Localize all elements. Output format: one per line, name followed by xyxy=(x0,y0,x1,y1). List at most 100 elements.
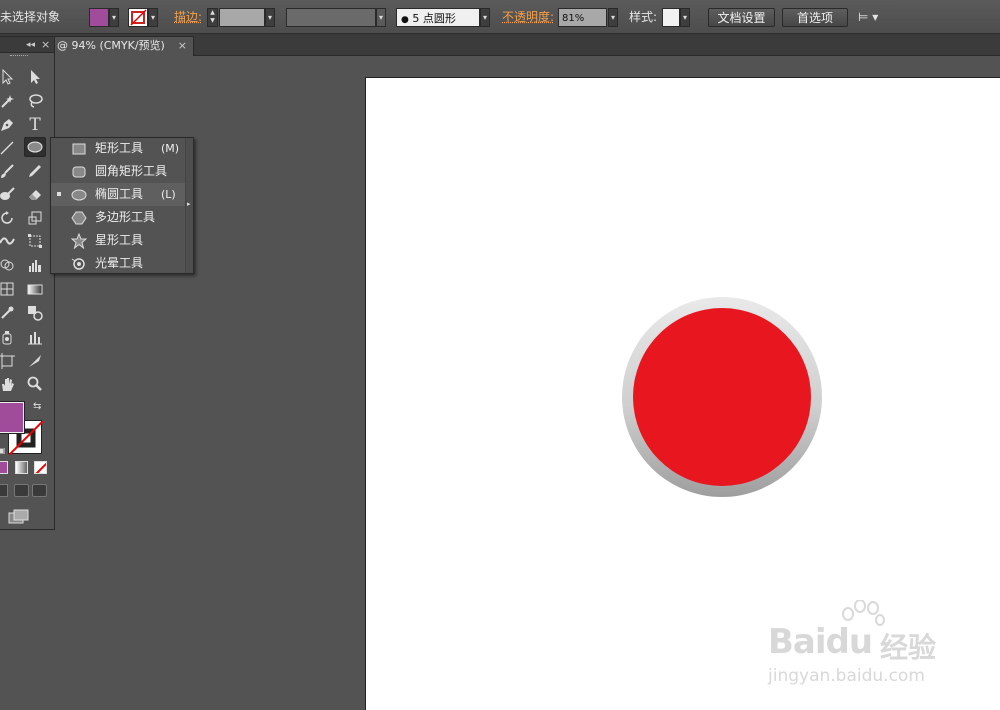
style-label: 样式: xyxy=(629,10,658,24)
flyout-item-rounded-rectangle[interactable]: 圆角矩形工具 xyxy=(51,160,185,183)
document-setup-button[interactable]: 文档设置 xyxy=(708,8,775,27)
stroke-weight-dropdown[interactable]: ▾ xyxy=(265,8,275,27)
stroke-weight-stepper[interactable]: ▲ ▼ xyxy=(207,8,218,27)
red-circle-button[interactable] xyxy=(620,295,824,499)
free-transform-tool-icon[interactable] xyxy=(24,231,46,251)
watermark-brand-cn: 经验 xyxy=(880,631,937,664)
pen-tool-icon[interactable] xyxy=(0,115,18,135)
stroke-weight-field[interactable] xyxy=(219,8,265,27)
polygon-icon xyxy=(71,211,87,225)
tools-panel: ◂◂ × T ⇆ ▣ xyxy=(0,36,55,530)
none-mode-icon[interactable] xyxy=(34,461,47,474)
screen-mode-icon[interactable] xyxy=(8,509,30,528)
hand-tool-icon[interactable] xyxy=(0,374,18,394)
document-tab-title: @ 94% (CMYK/预览) xyxy=(57,39,165,52)
flyout-item-label: 矩形工具 xyxy=(95,141,144,155)
ellipse-icon xyxy=(71,189,87,201)
flyout-item-ellipse[interactable]: 椭圆工具 (L) xyxy=(51,183,185,206)
profile-dropdown[interactable]: ▾ xyxy=(376,8,386,27)
paintbrush-tool-icon[interactable] xyxy=(0,161,18,181)
collapse-panel-icon[interactable]: ◂◂ xyxy=(26,37,35,53)
symbol-sprayer-tool-icon[interactable] xyxy=(0,327,18,347)
selected-tool-bullet xyxy=(57,192,61,196)
flyout-item-rectangle[interactable]: 矩形工具 (M) xyxy=(51,137,185,160)
draw-behind-icon[interactable] xyxy=(14,484,29,497)
flyout-item-label: 圆角矩形工具 xyxy=(95,164,168,178)
draw-inside-icon[interactable] xyxy=(32,484,47,497)
selection-status: 未选择对象 xyxy=(0,10,61,24)
opacity-field[interactable]: 81% xyxy=(558,8,607,27)
stroke-dropdown[interactable]: ▾ xyxy=(148,8,158,27)
lasso-tool-icon[interactable] xyxy=(24,91,46,111)
ellipse-tool-icon[interactable] xyxy=(24,137,46,157)
shape-builder-tool-icon[interactable] xyxy=(0,255,18,275)
pencil-tool-icon[interactable] xyxy=(24,161,46,181)
document-tab-bar: @ 94% (CMYK/预览) × xyxy=(0,34,1000,56)
rectangle-icon xyxy=(72,143,86,155)
selection-tool-icon[interactable] xyxy=(0,67,18,87)
eraser-tool-icon[interactable] xyxy=(24,184,46,204)
magic-wand-tool-icon[interactable] xyxy=(0,91,18,111)
tearoff-arrow-icon: ▸ xyxy=(187,200,191,208)
tools-panel-header: ◂◂ × xyxy=(0,37,54,53)
line-segment-tool-icon[interactable] xyxy=(0,138,18,158)
draw-normal-icon[interactable] xyxy=(0,484,8,497)
perspective-grid-tool-icon[interactable] xyxy=(24,255,46,275)
variable-width-profile[interactable] xyxy=(286,8,376,27)
color-mode-icon[interactable] xyxy=(0,461,8,474)
graphic-style-swatch[interactable] xyxy=(662,8,680,27)
flyout-item-shortcut: (M) xyxy=(161,142,180,155)
mesh-tool-icon[interactable] xyxy=(0,279,18,299)
document-tab[interactable]: @ 94% (CMYK/预览) × xyxy=(54,36,194,56)
eyedropper-tool-icon[interactable] xyxy=(0,303,18,323)
scale-tool-icon[interactable] xyxy=(24,208,46,228)
gradient-tool-icon[interactable] xyxy=(24,279,46,299)
flyout-item-polygon[interactable]: 多边形工具 xyxy=(51,206,185,229)
direct-selection-tool-icon[interactable] xyxy=(24,67,46,87)
column-graph-tool-icon[interactable] xyxy=(24,327,46,347)
flyout-item-label: 星形工具 xyxy=(95,233,144,247)
fill-indicator[interactable] xyxy=(0,401,25,434)
default-colors-icon[interactable]: ▣ xyxy=(0,446,6,455)
flyout-item-label: 多边形工具 xyxy=(95,210,156,224)
width-tool-icon[interactable] xyxy=(0,231,18,251)
baidu-watermark: Baidu 经验 jingyan.baidu.com xyxy=(768,600,958,690)
brush-dropdown[interactable]: ▾ xyxy=(480,8,490,27)
type-tool-icon[interactable]: T xyxy=(24,115,46,135)
red-disc xyxy=(633,308,811,486)
style-dropdown[interactable]: ▾ xyxy=(680,8,690,27)
zoom-tool-icon[interactable] xyxy=(24,374,46,394)
brush-definition[interactable]: ● 5 点圆形 xyxy=(396,8,480,27)
tab-close-icon[interactable]: × xyxy=(178,37,187,55)
flyout-item-label: 光晕工具 xyxy=(95,256,144,270)
flyout-item-flare[interactable]: 光晕工具 xyxy=(51,252,185,275)
slice-tool-icon[interactable] xyxy=(24,351,46,371)
preferences-button[interactable]: 首选项 xyxy=(782,8,848,27)
artboard-tool-icon[interactable] xyxy=(0,351,18,371)
stroke-swatch[interactable] xyxy=(128,8,148,27)
gradient-mode-icon[interactable] xyxy=(15,461,28,474)
blend-tool-icon[interactable] xyxy=(24,303,46,323)
watermark-url: jingyan.baidu.com xyxy=(768,666,925,686)
star-icon xyxy=(71,233,87,249)
opacity-label[interactable]: 不透明度: xyxy=(502,8,554,27)
swap-fill-stroke-icon[interactable]: ⇆ xyxy=(33,401,41,412)
flyout-item-shortcut: (L) xyxy=(161,188,176,201)
panel-grip[interactable] xyxy=(10,55,28,57)
fill-dropdown[interactable]: ▾ xyxy=(109,8,119,27)
shape-tools-flyout: ▸ 矩形工具 (M) 圆角矩形工具 椭圆工具 (L) 多边形工具 星形工具 光晕… xyxy=(50,137,194,274)
panel-close-icon[interactable]: × xyxy=(41,37,50,53)
control-bar: 未选择对象 ▾ ▾ 描边: ▲ ▼ ▾ ▾ ● 5 点圆形 ▾ 不透明度: 81%… xyxy=(0,0,1000,34)
flare-icon xyxy=(71,258,85,270)
fill-swatch[interactable] xyxy=(89,8,109,27)
flyout-item-star[interactable]: 星形工具 xyxy=(51,229,185,252)
opacity-dropdown[interactable]: ▾ xyxy=(608,8,618,27)
align-options-icon[interactable]: ⊨ ▾ xyxy=(858,8,878,27)
watermark-brand: Baidu xyxy=(768,622,873,662)
stroke-label[interactable]: 描边: xyxy=(174,8,202,27)
tearoff-bar[interactable]: ▸ xyxy=(185,138,193,273)
blob-brush-tool-icon[interactable] xyxy=(0,184,18,204)
rotate-tool-icon[interactable] xyxy=(0,208,18,228)
rounded-rectangle-icon xyxy=(72,166,86,178)
none-slash-icon xyxy=(35,462,46,473)
